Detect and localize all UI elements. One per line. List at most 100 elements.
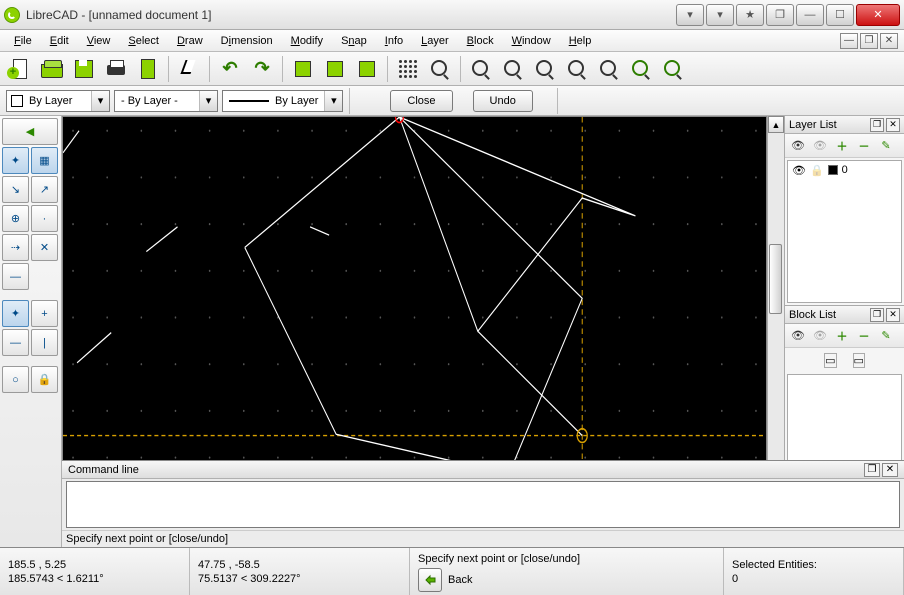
open-button[interactable]: [38, 55, 66, 83]
snap-center-button[interactable]: ⊕: [2, 205, 29, 232]
restrict-horizontal-button[interactable]: ―: [2, 329, 29, 356]
layer-name: 0: [842, 164, 848, 176]
snap-distance-button[interactable]: ⇢: [2, 234, 29, 261]
undo-button[interactable]: [216, 55, 244, 83]
snap-coord-button[interactable]: —: [2, 263, 29, 290]
grid-toggle-button[interactable]: [394, 55, 422, 83]
layer-lock-icon[interactable]: 🔒: [810, 164, 824, 177]
zoom-select-button[interactable]: [659, 55, 687, 83]
lock-relative-zero-button[interactable]: 🔒: [31, 366, 58, 393]
command-close-button[interactable]: ✕: [882, 463, 898, 477]
new-button[interactable]: [6, 55, 34, 83]
menu-layer[interactable]: Layer: [413, 33, 457, 49]
snap-intersection-button[interactable]: ✕: [31, 234, 58, 261]
snap-grid-button[interactable]: ▦: [31, 147, 58, 174]
command-line-header[interactable]: Command line ❐ ✕: [62, 461, 904, 479]
block-hide-all-button[interactable]: 👁: [809, 326, 831, 346]
close-window-button[interactable]: ✕: [856, 4, 900, 26]
layer-remove-button[interactable]: －: [853, 136, 875, 156]
restrict-vertical-button[interactable]: |: [31, 329, 58, 356]
command-prompt[interactable]: Specify next point or [close/undo]: [62, 530, 904, 547]
vertical-scroll-thumb[interactable]: [769, 244, 782, 314]
menu-view[interactable]: View: [79, 33, 119, 49]
pointer-button[interactable]: [175, 55, 203, 83]
mdi-restore-button[interactable]: ❐: [860, 33, 878, 49]
separator: [387, 56, 388, 82]
paste-button[interactable]: [353, 55, 381, 83]
block-list-undock-button[interactable]: ❐: [870, 308, 884, 322]
zoom-prev-button[interactable]: [563, 55, 591, 83]
print-preview-button[interactable]: [134, 55, 162, 83]
polyline-close-button[interactable]: Close: [390, 90, 452, 112]
menu-help[interactable]: Help: [561, 33, 600, 49]
scroll-up-button[interactable]: ▲: [768, 116, 784, 133]
cut-button[interactable]: [289, 55, 317, 83]
block-edit-button[interactable]: ✎: [875, 326, 897, 346]
layer-list-close-button[interactable]: ✕: [886, 118, 900, 132]
restrict-nothing-button[interactable]: ✦: [2, 300, 29, 327]
layer-hide-all-button[interactable]: 👁: [809, 136, 831, 156]
menu-edit[interactable]: Edit: [42, 33, 77, 49]
zoom-window-button[interactable]: [595, 55, 623, 83]
layer-visibility-icon[interactable]: 👁: [792, 164, 806, 177]
menu-draw[interactable]: Draw: [169, 33, 211, 49]
tool-back-button[interactable]: ◀: [2, 118, 58, 145]
zoom-auto-button[interactable]: [531, 55, 559, 83]
menu-block[interactable]: Block: [459, 33, 502, 49]
layer-color-combo[interactable]: By Layer ▾: [6, 90, 110, 112]
zoom-pan-button[interactable]: [627, 55, 655, 83]
status-back-button[interactable]: [418, 568, 442, 592]
polyline-undo-button[interactable]: Undo: [473, 90, 533, 112]
layer-edit-button[interactable]: ✎: [875, 136, 897, 156]
sys-star-button[interactable]: ★: [736, 4, 764, 26]
zoom-window-icon: [598, 58, 620, 80]
layer-list-header[interactable]: Layer List ❐ ✕: [785, 116, 904, 134]
layer-row[interactable]: 👁 🔒 0: [788, 161, 901, 179]
restrict-orthogonal-button[interactable]: +: [31, 300, 58, 327]
menu-window[interactable]: Window: [504, 33, 559, 49]
sys-extra-button[interactable]: ❐: [766, 4, 794, 26]
save-button[interactable]: [70, 55, 98, 83]
relative-zero-button[interactable]: ○: [2, 366, 29, 393]
zoom-in-button[interactable]: [467, 55, 495, 83]
snap-free-button[interactable]: ✦: [2, 147, 29, 174]
line-width-combo[interactable]: - By Layer - ▾: [114, 90, 218, 112]
status-abs-xy: 185.5 , 5.25: [8, 558, 181, 572]
separator: [349, 88, 350, 114]
block-show-all-button[interactable]: 👁: [787, 326, 809, 346]
window-title: LibreCAD - [unnamed document 1]: [26, 8, 676, 22]
zoom-redraw-button[interactable]: [426, 55, 454, 83]
mdi-close-button[interactable]: ✕: [880, 33, 898, 49]
zoom-out-button[interactable]: [499, 55, 527, 83]
print-button[interactable]: [102, 55, 130, 83]
block-list-close-button[interactable]: ✕: [886, 308, 900, 322]
block-list-header[interactable]: Block List ❐ ✕: [785, 306, 904, 324]
snap-on-entity-button[interactable]: ↗: [31, 176, 58, 203]
menu-select[interactable]: Select: [120, 33, 167, 49]
block-rename-button[interactable]: ▭: [824, 353, 836, 368]
sys-skin2-button[interactable]: ▾: [706, 4, 734, 26]
layer-list-body[interactable]: 👁 🔒 0: [787, 160, 902, 303]
layer-show-all-button[interactable]: 👁: [787, 136, 809, 156]
line-type-combo[interactable]: By Layer ▾: [222, 90, 343, 112]
block-remove-button[interactable]: －: [853, 326, 875, 346]
block-insert-button[interactable]: ▭: [853, 353, 865, 368]
snap-endpoint-button[interactable]: ↘: [2, 176, 29, 203]
command-undock-button[interactable]: ❐: [864, 463, 880, 477]
mdi-minimize-button[interactable]: —: [840, 33, 858, 49]
maximize-button[interactable]: ☐: [826, 4, 854, 26]
menu-dimension[interactable]: Dimension: [213, 33, 281, 49]
redo-button[interactable]: [248, 55, 276, 83]
copy-button[interactable]: [321, 55, 349, 83]
block-add-button[interactable]: ＋: [831, 326, 853, 346]
sys-skin1-button[interactable]: ▾: [676, 4, 704, 26]
menu-info[interactable]: Info: [377, 33, 411, 49]
command-history[interactable]: [66, 481, 900, 528]
menu-snap[interactable]: Snap: [333, 33, 375, 49]
menu-modify[interactable]: Modify: [283, 33, 331, 49]
layer-list-undock-button[interactable]: ❐: [870, 118, 884, 132]
menu-file[interactable]: File: [6, 33, 40, 49]
snap-middle-button[interactable]: ·: [31, 205, 58, 232]
layer-add-button[interactable]: ＋: [831, 136, 853, 156]
minimize-button[interactable]: —: [796, 4, 824, 26]
